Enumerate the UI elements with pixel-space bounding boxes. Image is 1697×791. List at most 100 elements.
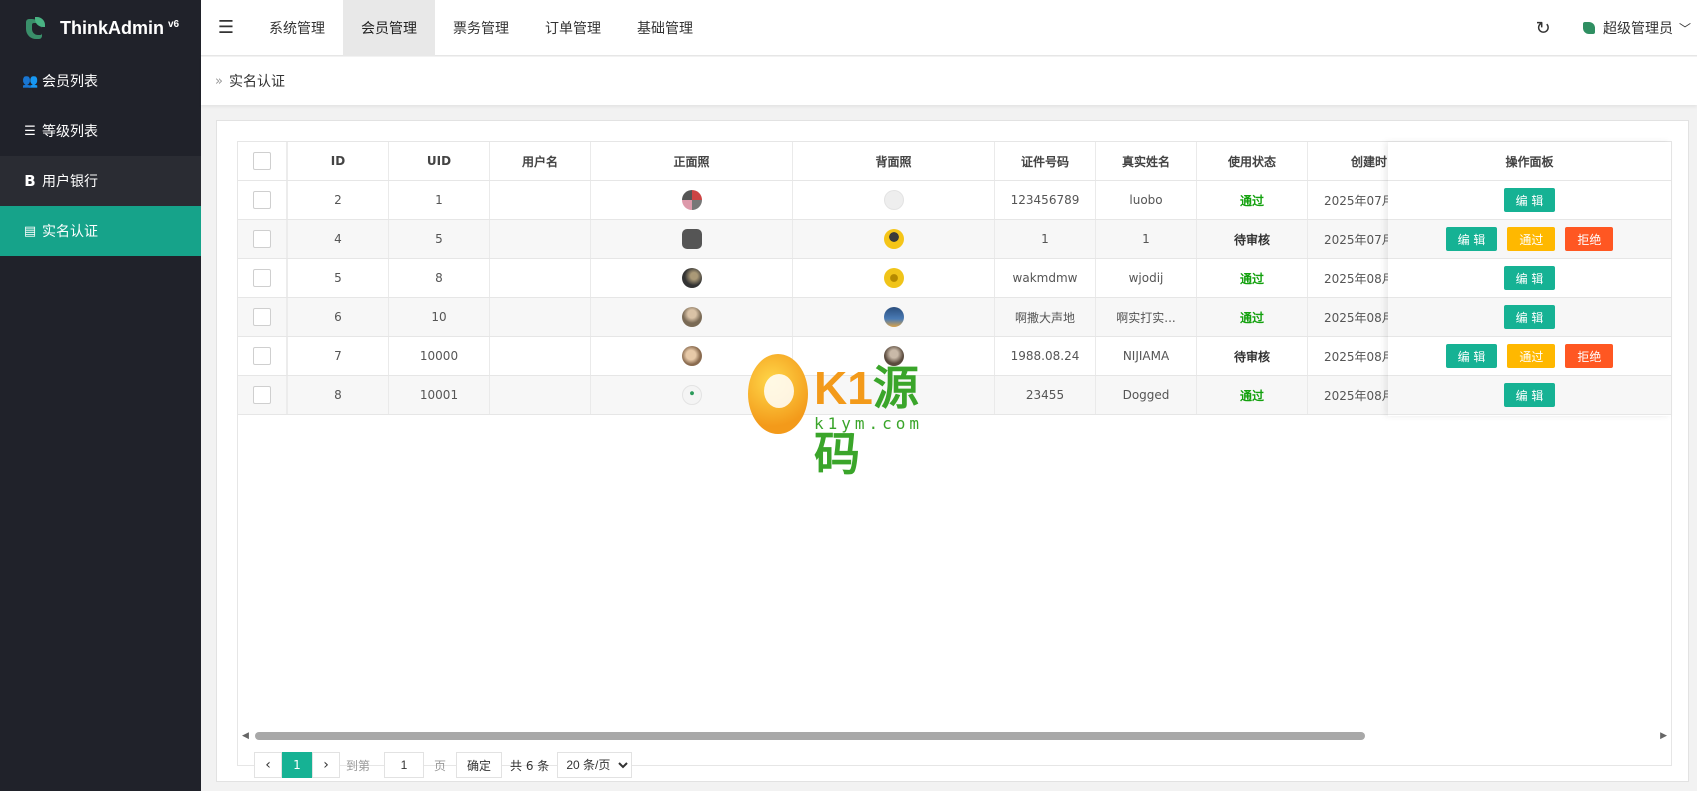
menu-toggle-icon[interactable]: ☰: [201, 0, 251, 56]
edit-button[interactable]: 编 辑: [1503, 188, 1556, 212]
watermark-ball-highlight: [764, 374, 794, 408]
row-select: [238, 298, 288, 336]
bank-icon: B: [24, 172, 36, 190]
cell-back-photo: [793, 220, 995, 258]
op-row: 编 辑 通过 拒绝: [1388, 220, 1671, 259]
cell-uid: 8: [389, 259, 490, 297]
approve-button[interactable]: 通过: [1507, 227, 1556, 251]
scroll-right-icon[interactable]: ▶: [1660, 731, 1667, 741]
edit-button[interactable]: 编 辑: [1445, 227, 1498, 251]
reject-button[interactable]: 拒绝: [1565, 344, 1614, 368]
user-name: 超级管理员: [1602, 21, 1673, 37]
row-checkbox[interactable]: [253, 230, 271, 248]
tab-base[interactable]: 基础管理: [619, 0, 711, 56]
cell-real-name: 啊实打实...: [1096, 298, 1197, 336]
row-checkbox[interactable]: [253, 191, 271, 209]
front-photo-thumbnail[interactable]: [681, 385, 702, 405]
cell-real-name: NIJIAMA: [1096, 337, 1197, 375]
prev-page-icon[interactable]: ‹: [254, 752, 282, 778]
cell-real-name: 1: [1096, 220, 1197, 258]
back-photo-thumbnail[interactable]: [883, 307, 904, 327]
col-front-photo[interactable]: 正面照: [591, 142, 793, 180]
cell-back-photo: [793, 181, 995, 219]
page-input[interactable]: [384, 752, 425, 778]
approve-button[interactable]: 通过: [1507, 344, 1556, 368]
front-photo-thumbnail[interactable]: [681, 190, 702, 210]
cell-username: [490, 220, 591, 258]
sidebar-item-label: 用户银行: [42, 174, 98, 190]
brand-version: v6: [168, 18, 180, 30]
cell-id: 4: [288, 220, 389, 258]
current-page[interactable]: 1: [282, 752, 312, 778]
status-badge: 通过: [1197, 259, 1308, 297]
col-back-photo[interactable]: 背面照: [793, 142, 995, 180]
col-status[interactable]: 使用状态: [1197, 142, 1308, 180]
front-photo-thumbnail[interactable]: [681, 346, 702, 366]
reject-button[interactable]: 拒绝: [1565, 227, 1614, 251]
tab-system[interactable]: 系统管理: [251, 0, 343, 56]
col-username[interactable]: 用户名: [490, 142, 591, 180]
edit-button[interactable]: 编 辑: [1503, 383, 1556, 407]
col-uid[interactable]: UID: [389, 142, 490, 180]
op-row: 编 辑: [1388, 298, 1671, 337]
row-checkbox[interactable]: [253, 347, 271, 365]
status-badge: 通过: [1197, 181, 1308, 219]
status-badge: 通过: [1197, 298, 1308, 336]
sidebar-item-member-list[interactable]: 👥 会员列表: [0, 56, 201, 106]
cell-uid: 10000: [389, 337, 490, 375]
select-all-checkbox[interactable]: [253, 152, 271, 170]
cell-id: 8: [288, 376, 389, 414]
watermark-url: k1ym.com: [814, 414, 924, 433]
sidebar-item-real-name-auth[interactable]: ▤ 实名认证: [0, 206, 201, 256]
tab-member[interactable]: 会员管理: [343, 0, 435, 56]
tab-ticket[interactable]: 票务管理: [435, 0, 527, 56]
cell-front-photo: [591, 298, 793, 336]
front-photo-thumbnail[interactable]: [681, 229, 702, 249]
cell-username: [490, 181, 591, 219]
row-checkbox[interactable]: [253, 308, 271, 326]
refresh-icon[interactable]: ↻: [1523, 0, 1563, 56]
brand[interactable]: ThinkAdmin v6: [0, 0, 201, 56]
edit-button[interactable]: 编 辑: [1503, 266, 1556, 290]
row-checkbox[interactable]: [253, 269, 271, 287]
breadcrumb-separator-icon: »: [215, 73, 223, 89]
sidebar-item-level-list[interactable]: ☰ 等级列表: [0, 106, 201, 156]
col-id[interactable]: ID: [288, 142, 389, 180]
cell-id-number: wakmdmw: [995, 259, 1096, 297]
cell-back-photo: [793, 259, 995, 297]
pagination: ‹ 1 › 到第 页 确定 共 6 条 20 条/页: [254, 751, 633, 779]
cell-id: 6: [288, 298, 389, 336]
front-photo-thumbnail[interactable]: [681, 268, 702, 288]
edit-button[interactable]: 编 辑: [1445, 344, 1498, 368]
cell-uid: 5: [389, 220, 490, 258]
back-photo-thumbnail[interactable]: [883, 268, 904, 288]
cell-front-photo: [591, 181, 793, 219]
front-photo-thumbnail[interactable]: [681, 307, 702, 327]
edit-button[interactable]: 编 辑: [1503, 305, 1556, 329]
table-icon: ▤: [23, 223, 37, 239]
row-checkbox[interactable]: [253, 386, 271, 404]
cell-id-number: 1988.08.24: [995, 337, 1096, 375]
watermark-text-a: K1: [814, 362, 873, 414]
tab-order[interactable]: 订单管理: [527, 0, 619, 56]
next-page-icon[interactable]: ›: [312, 752, 340, 778]
sidebar-item-label: 等级列表: [42, 124, 98, 140]
horizontal-scrollbar[interactable]: ◀ ▶: [238, 730, 1671, 742]
row-select: [238, 337, 288, 375]
cell-username: [490, 376, 591, 414]
confirm-page-button[interactable]: 确定: [456, 752, 503, 778]
col-real-name[interactable]: 真实姓名: [1096, 142, 1197, 180]
cell-id: 7: [288, 337, 389, 375]
op-row: 编 辑: [1388, 259, 1671, 298]
scroll-left-icon[interactable]: ◀: [242, 731, 249, 741]
user-menu[interactable]: 超级管理员 ﹀: [1582, 18, 1697, 38]
sidebar-item-user-bank[interactable]: B 用户银行: [0, 156, 201, 206]
goto-label: 到第: [346, 758, 371, 773]
breadcrumb: » 实名认证: [201, 57, 1697, 105]
chevron-down-icon: ﹀: [1678, 21, 1691, 36]
back-photo-thumbnail[interactable]: [883, 229, 904, 249]
back-photo-thumbnail[interactable]: [883, 190, 904, 210]
scrollbar-thumb[interactable]: [255, 732, 1365, 740]
col-id-number[interactable]: 证件号码: [995, 142, 1096, 180]
page-size-select[interactable]: 20 条/页: [557, 752, 633, 778]
